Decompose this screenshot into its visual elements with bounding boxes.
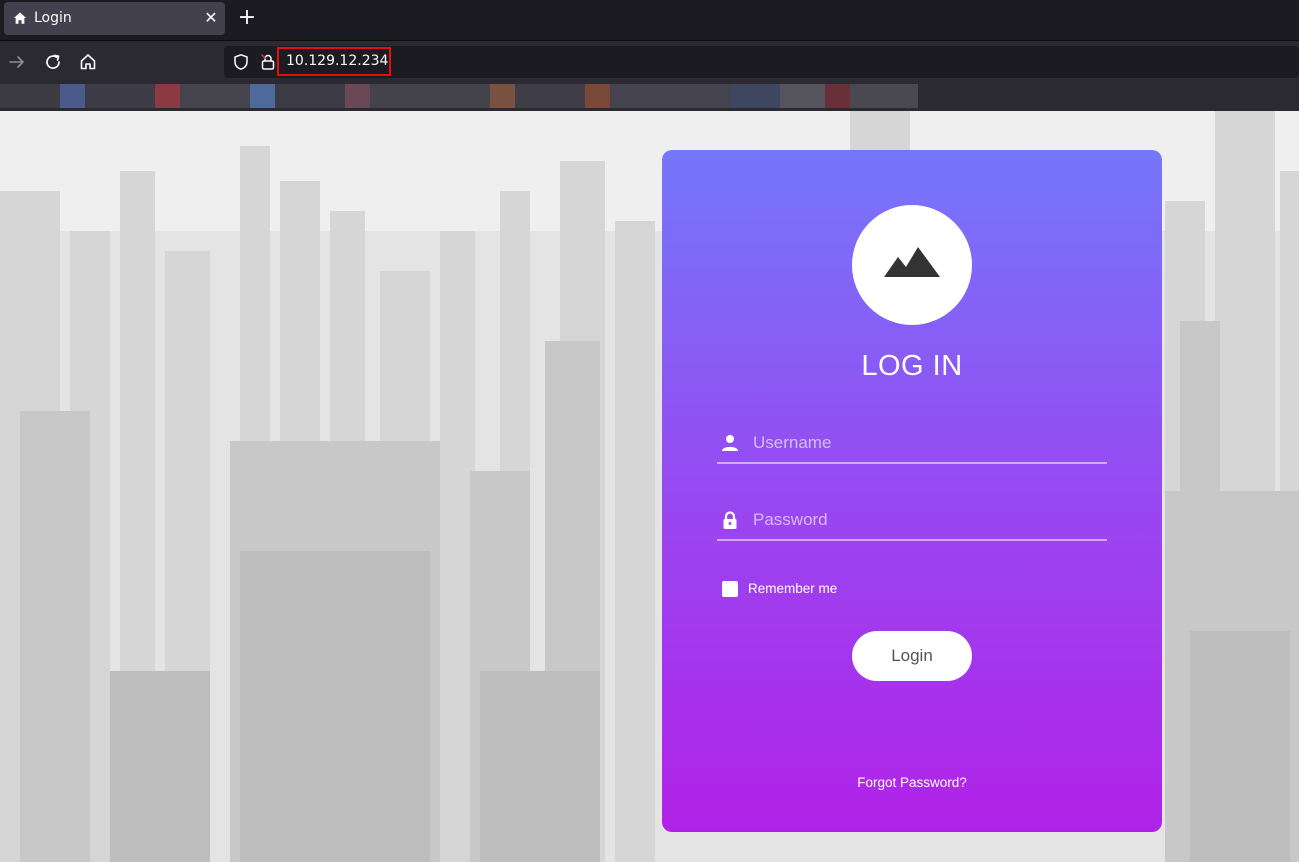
- bookmark-item[interactable]: [515, 84, 585, 108]
- shield-icon[interactable]: [232, 53, 250, 71]
- url-text[interactable]: 10.129.12.234: [286, 53, 388, 69]
- bookmark-item[interactable]: [275, 84, 345, 108]
- address-bar[interactable]: 10.129.12.234: [224, 46, 1299, 78]
- password-input[interactable]: [753, 501, 1093, 539]
- tab-strip: Login ✕ +: [0, 0, 1299, 40]
- bookmark-item[interactable]: [610, 84, 730, 108]
- mountain-icon: [884, 247, 940, 277]
- login-button[interactable]: Login: [852, 631, 972, 681]
- bookmark-item[interactable]: [730, 84, 780, 108]
- bookmark-item[interactable]: [825, 84, 850, 108]
- bookmark-item[interactable]: [780, 84, 825, 108]
- bookmark-item[interactable]: [250, 84, 275, 108]
- tab-title: Login: [34, 10, 72, 26]
- username-field-wrapper: [717, 424, 1107, 464]
- bookmark-item[interactable]: [60, 84, 85, 108]
- bookmark-item[interactable]: [345, 84, 370, 108]
- page-title: LOG IN: [861, 350, 963, 382]
- reload-icon[interactable]: [41, 50, 65, 74]
- remember-me-label[interactable]: Remember me: [748, 581, 837, 596]
- close-tab-icon[interactable]: ✕: [202, 9, 220, 27]
- bookmark-item[interactable]: [0, 84, 60, 108]
- navigation-toolbar: 10.129.12.234: [0, 40, 1299, 82]
- bookmark-item[interactable]: [850, 84, 918, 108]
- lock-icon: [723, 511, 737, 529]
- bookmark-item[interactable]: [585, 84, 610, 108]
- username-input[interactable]: [753, 424, 1093, 462]
- bookmark-item[interactable]: [155, 84, 180, 108]
- browser-tab[interactable]: Login ✕: [4, 2, 225, 35]
- forward-icon[interactable]: [5, 50, 29, 74]
- user-icon: [722, 435, 738, 451]
- bookmark-item[interactable]: [370, 84, 490, 108]
- insecure-lock-icon[interactable]: [260, 53, 276, 71]
- home-icon: [13, 12, 27, 24]
- bookmark-item[interactable]: [85, 84, 155, 108]
- bookmarks-toolbar: [0, 82, 1299, 111]
- forgot-password-link[interactable]: Forgot Password?: [662, 775, 1162, 790]
- new-tab-icon[interactable]: +: [236, 7, 258, 29]
- bookmark-item[interactable]: [490, 84, 515, 108]
- remember-me-checkbox[interactable]: [722, 581, 738, 597]
- page-viewport: LOG IN Remember me Login Forgot Password…: [0, 111, 1299, 862]
- logo-avatar: [852, 205, 972, 325]
- login-card: LOG IN Remember me Login Forgot Password…: [662, 150, 1162, 832]
- bookmark-item[interactable]: [180, 84, 250, 108]
- home-icon[interactable]: [76, 50, 100, 74]
- password-field-wrapper: [717, 501, 1107, 541]
